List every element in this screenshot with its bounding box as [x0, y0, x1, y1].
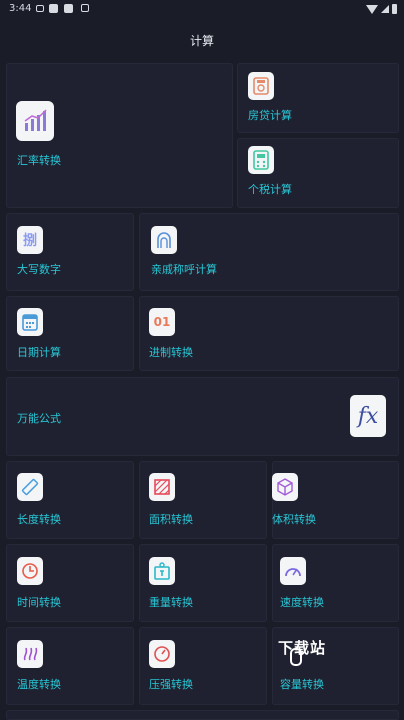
tile-label: 汇率转换: [17, 154, 61, 167]
clock-icon: [17, 557, 43, 585]
tile-label: 个税计算: [248, 183, 292, 196]
tile-pressure[interactable]: 压强转换: [139, 627, 267, 705]
status-bar: 3:44: [0, 0, 404, 20]
tile-label: 体积转换: [272, 513, 316, 526]
tile-relative-title[interactable]: 亲戚称呼计算: [139, 213, 399, 291]
tile-label: 房贷计算: [248, 109, 292, 122]
speedometer-icon: [280, 557, 306, 585]
tile-label: 温度转换: [17, 678, 61, 691]
tile-universal-formula[interactable]: 万能公式 fx: [6, 377, 399, 456]
notification-icon: [49, 4, 58, 13]
tile-exchange-rate[interactable]: 汇率转换: [6, 63, 233, 208]
tile-base-convert[interactable]: 01 进制转换: [139, 296, 399, 371]
character-icon: 捌: [17, 226, 43, 254]
tile-uppercase-number[interactable]: 捌 大写数字: [6, 213, 134, 291]
area-icon: [149, 473, 175, 501]
image-notification-icon: [36, 5, 44, 12]
weight-icon: [149, 557, 175, 585]
tile-row-partial: [6, 710, 399, 720]
family-icon: [151, 226, 177, 254]
tile-label: 大写数字: [17, 263, 61, 276]
tile-area[interactable]: 面积转换: [139, 461, 267, 539]
tile-label: 万能公式: [17, 412, 61, 425]
temperature-icon: [17, 640, 43, 668]
page-title: 计算: [189, 34, 214, 48]
binary-icon: 01: [149, 308, 175, 336]
chart-icon: [16, 101, 54, 141]
notification-icon: [64, 4, 73, 13]
tile-volume[interactable]: 体积转换: [272, 461, 399, 539]
tile-length[interactable]: 长度转换: [6, 461, 134, 539]
calculator-icon: [248, 146, 274, 174]
tile-weight[interactable]: 重量转换: [139, 544, 267, 622]
tile-label: 时间转换: [17, 596, 61, 609]
tile-temperature[interactable]: 温度转换: [6, 627, 134, 705]
house-icon: [248, 72, 274, 100]
tile-label: 进制转换: [149, 346, 193, 359]
calendar-icon: [17, 308, 43, 336]
gauge-icon: [149, 640, 175, 668]
tile-label: 亲戚称呼计算: [151, 263, 217, 276]
tile-speed[interactable]: 速度转换: [272, 544, 399, 622]
app-bar: 计算: [0, 20, 404, 60]
tile-label: 长度转换: [17, 513, 61, 526]
watermark: 下载站: [278, 639, 327, 657]
signal-icon: [381, 5, 389, 13]
fx-icon: fx: [350, 395, 386, 437]
battery-icon: [392, 4, 397, 14]
tile-income-tax[interactable]: 个税计算: [237, 138, 399, 208]
tile-label: 容量转换: [280, 678, 324, 691]
tile-label: 日期计算: [17, 346, 61, 359]
tile-mortgage[interactable]: 房贷计算: [237, 63, 399, 133]
notification-icon: [81, 4, 89, 12]
status-time: 3:44: [9, 3, 32, 14]
tile-label: 压强转换: [149, 678, 193, 691]
ruler-icon: [17, 473, 43, 501]
tile-time[interactable]: 时间转换: [6, 544, 134, 622]
cube-icon: [272, 473, 298, 501]
wifi-icon: [366, 5, 378, 14]
tile-label: 面积转换: [149, 513, 193, 526]
tile-date-calc[interactable]: 日期计算: [6, 296, 134, 371]
tile-label: 速度转换: [280, 596, 324, 609]
tile-label: 重量转换: [149, 596, 193, 609]
